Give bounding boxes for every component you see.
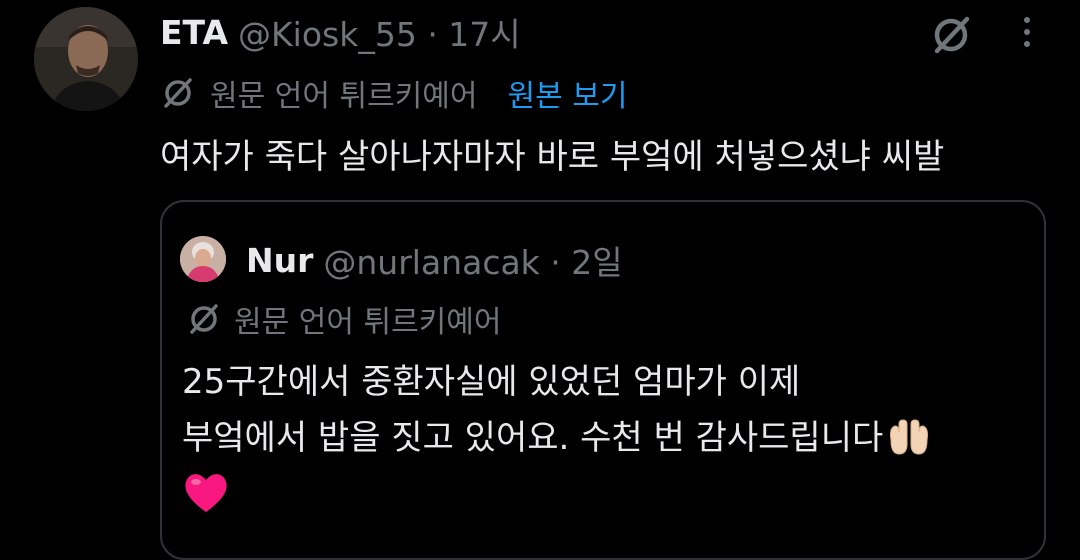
woman-portrait-avatar-icon	[180, 236, 226, 282]
quoted-author-avatar[interactable]	[180, 236, 226, 282]
quoted-author-display-name[interactable]: Nur	[246, 241, 313, 280]
quoted-tweet-card[interactable]: Nur @nurlanacak · 2일 원문 언어 튀르키예어 25구간에서 …	[160, 200, 1046, 560]
translation-label: 원문 언어 튀르키예어	[210, 79, 478, 114]
quoted-text-line-1: 25구간에서 중환자실에 있었던 엄마가 이제	[182, 362, 801, 402]
quoted-text-line	[182, 466, 931, 514]
quoted-translation-notice: 원문 언어 튀르키예어	[186, 298, 501, 340]
quoted-tweet-header: Nur @nurlanacak · 2일	[246, 236, 623, 284]
translate-icon	[160, 75, 196, 111]
palms-up-together-emoji-icon	[887, 418, 931, 458]
quoted-tweet-text: 25구간에서 중환자실에 있었던 엄마가 이제 부엌에서 밥을 짓고 있어요. …	[182, 354, 931, 514]
quoted-translation-label: 원문 언어 튀르키예어	[234, 305, 502, 340]
more-vertical-icon	[1024, 17, 1030, 47]
show-original-link[interactable]: 원본 보기	[507, 71, 627, 115]
author-handle-time[interactable]: @Kiosk_55 · 17시	[238, 8, 521, 56]
quoted-text-line-2: 부엌에서 밥을 짓고 있어요. 수천 번 감사드립니다	[182, 418, 884, 458]
tweet-header: ETA @Kiosk_55 · 17시	[160, 8, 521, 56]
red-heart-emoji-icon	[182, 470, 230, 514]
tweet-text: 여자가 죽다 살아나자마자 바로 부엌에 처넣으셨냐 씨발	[160, 137, 945, 177]
author-display-name[interactable]: ETA	[160, 13, 228, 52]
quoted-text-line: 부엌에서 밥을 짓고 있어요. 수천 번 감사드립니다	[182, 410, 931, 466]
grok-button[interactable]	[928, 12, 974, 58]
grok-icon	[934, 16, 970, 54]
translate-icon	[186, 301, 222, 337]
more-options-button[interactable]	[1012, 12, 1042, 52]
quoted-author-handle-time[interactable]: @nurlanacak · 2일	[323, 236, 622, 284]
man-portrait-avatar-icon	[34, 7, 138, 111]
translation-notice: 원문 언어 튀르키예어 원본 보기	[160, 72, 627, 114]
author-avatar[interactable]	[34, 7, 138, 111]
quoted-text-line: 25구간에서 중환자실에 있었던 엄마가 이제	[182, 354, 931, 410]
